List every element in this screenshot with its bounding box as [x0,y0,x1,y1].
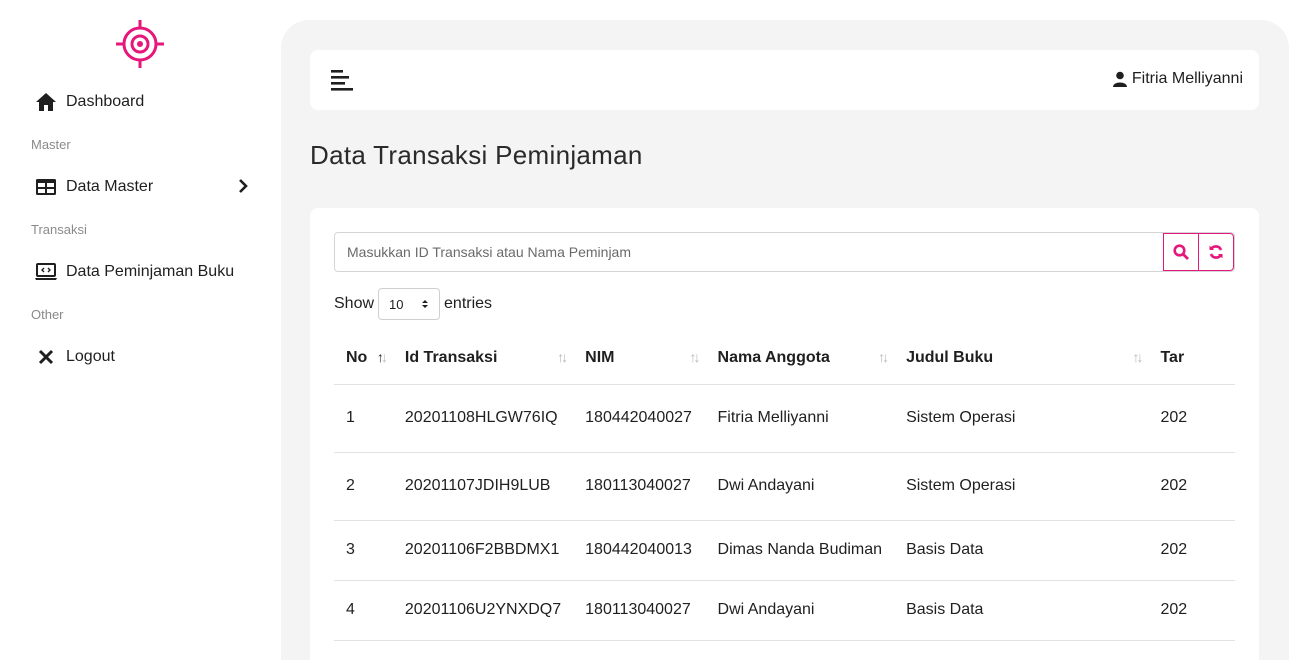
table-cell: 1 [334,384,393,453]
entries-select[interactable]: 10 [378,288,441,320]
table-cell: Dwi Andayani [705,452,895,521]
transactions-table: No ↑↓ Id Transaksi ↑↓ NIM ↑↓ Nama Anggota ↑↓… [334,332,1235,641]
table-row: 4 20201106U2YNXDQ7 180113040027 Dwi Anda… [334,580,1235,641]
sidebar-item-dashboard[interactable]: Dashboard [34,90,144,114]
sort-asc-icon: ↑↓ [376,349,388,365]
close-icon [34,345,58,369]
table-cell: Fitria Melliyanni [705,384,895,453]
table-cell: 4 [334,580,393,641]
column-header-nama-anggota[interactable]: Nama Anggota ↑↓ [705,332,895,385]
select-arrows-icon [422,300,429,308]
user-icon [1112,71,1127,87]
section-label-master: Master [31,137,71,152]
section-label-transaksi: Transaksi [31,222,87,237]
sidebar-item-data-peminjaman-buku[interactable]: Data Peminjaman Buku [34,260,234,284]
table-cell: 20201107JDIH9LUB [392,452,574,521]
table-cell: Basis Data [894,580,1149,641]
table-cell: 180113040027 [573,452,706,521]
page-title: Data Transaksi Peminjaman [310,140,643,170]
table-row: 1 20201108HLGW76IQ 180442040027 Fitria M… [334,384,1235,453]
search-group [334,232,1235,272]
top-navbar: Fitria Melliyanni [310,50,1259,110]
column-header-nim[interactable]: NIM ↑↓ [573,332,706,385]
table-cell: Dimas Nanda Budiman [705,520,895,581]
table-icon [34,175,58,199]
sidebar: Dashboard Master Data Master Transaksi D… [0,0,281,627]
table-cell: 2 [334,452,393,521]
table-cell: 202 [1148,452,1235,521]
sort-icon: ↑↓ [689,349,701,365]
home-icon [34,90,58,114]
table-cell: 202 [1148,384,1235,453]
sort-icon: ↑↓ [557,349,568,365]
table-cell: Sistem Operasi [894,452,1149,521]
target-logo-icon [116,20,164,68]
sidebar-item-label: Dashboard [66,93,145,110]
search-button[interactable] [1163,233,1199,271]
table-cell: 180442040013 [573,520,706,581]
table-cell: 20201106U2YNXDQ7 [392,580,574,641]
table-cell: 20201108HLGW76IQ [392,384,574,453]
search-input[interactable] [335,233,1163,271]
sidebar-item-label: Data Peminjaman Buku [66,263,235,280]
laptop-code-icon [34,260,58,284]
table-container: No ↑↓ Id Transaksi ↑↓ NIM ↑↓ Nama Anggota ↑↓… [334,332,1235,668]
length-prefix: Show [334,295,375,312]
refresh-icon [1209,245,1223,259]
table-row: 2 20201107JDIH9LUB 180113040027 Dwi Anda… [334,452,1235,521]
column-header-no[interactable]: No ↑↓ [334,332,393,385]
entries-select-value: 10 [389,296,404,312]
entries-length-control: Show 10 entries [334,288,492,320]
search-icon [1173,244,1189,260]
table-header-row: No ↑↓ Id Transaksi ↑↓ NIM ↑↓ Nama Anggota ↑↓… [334,332,1235,385]
sidebar-item-logout[interactable]: Logout [34,345,115,369]
sort-icon: ↑↓ [878,349,889,365]
user-name: Fitria Melliyanni [1131,70,1243,87]
table-cell: Sistem Operasi [894,384,1149,453]
main-content: Fitria Melliyanni Data Transaksi Peminja… [281,20,1289,668]
sidebar-item-label: Logout [66,348,115,365]
sort-icon: ↑↓ [1132,349,1143,365]
hamburger-menu-icon[interactable] [330,68,354,92]
length-suffix: entries [444,295,493,312]
table-cell: 3 [334,520,393,581]
user-menu[interactable]: Fitria Melliyanni [1112,70,1243,88]
chevron-right-icon[interactable] [235,178,251,194]
column-header-tanggal[interactable]: Tar [1148,332,1235,385]
table-cell: 20201106F2BBDMX1 [392,520,574,581]
section-label-other: Other [31,307,64,322]
sidebar-item-data-master[interactable]: Data Master [34,175,153,199]
table-cell: 202 [1148,520,1235,581]
table-row: 3 20201106F2BBDMX1 180442040013 Dimas Na… [334,520,1235,581]
table-cell: Dwi Andayani [705,580,895,641]
table-cell: 180113040027 [573,580,706,641]
table-cell: Basis Data [894,520,1149,581]
sidebar-item-label: Data Master [66,178,154,195]
column-header-judul-buku[interactable]: Judul Buku ↑↓ [894,332,1149,385]
table-cell: 202 [1148,580,1235,641]
refresh-button[interactable] [1198,233,1234,271]
data-card: Show 10 entries No↑↓ Id Transaksi↑↓ NIM↑… [310,208,1259,668]
column-header-id-transaksi[interactable]: Id Transaksi ↑↓ [392,332,574,385]
table-cell: 180442040027 [573,384,706,453]
